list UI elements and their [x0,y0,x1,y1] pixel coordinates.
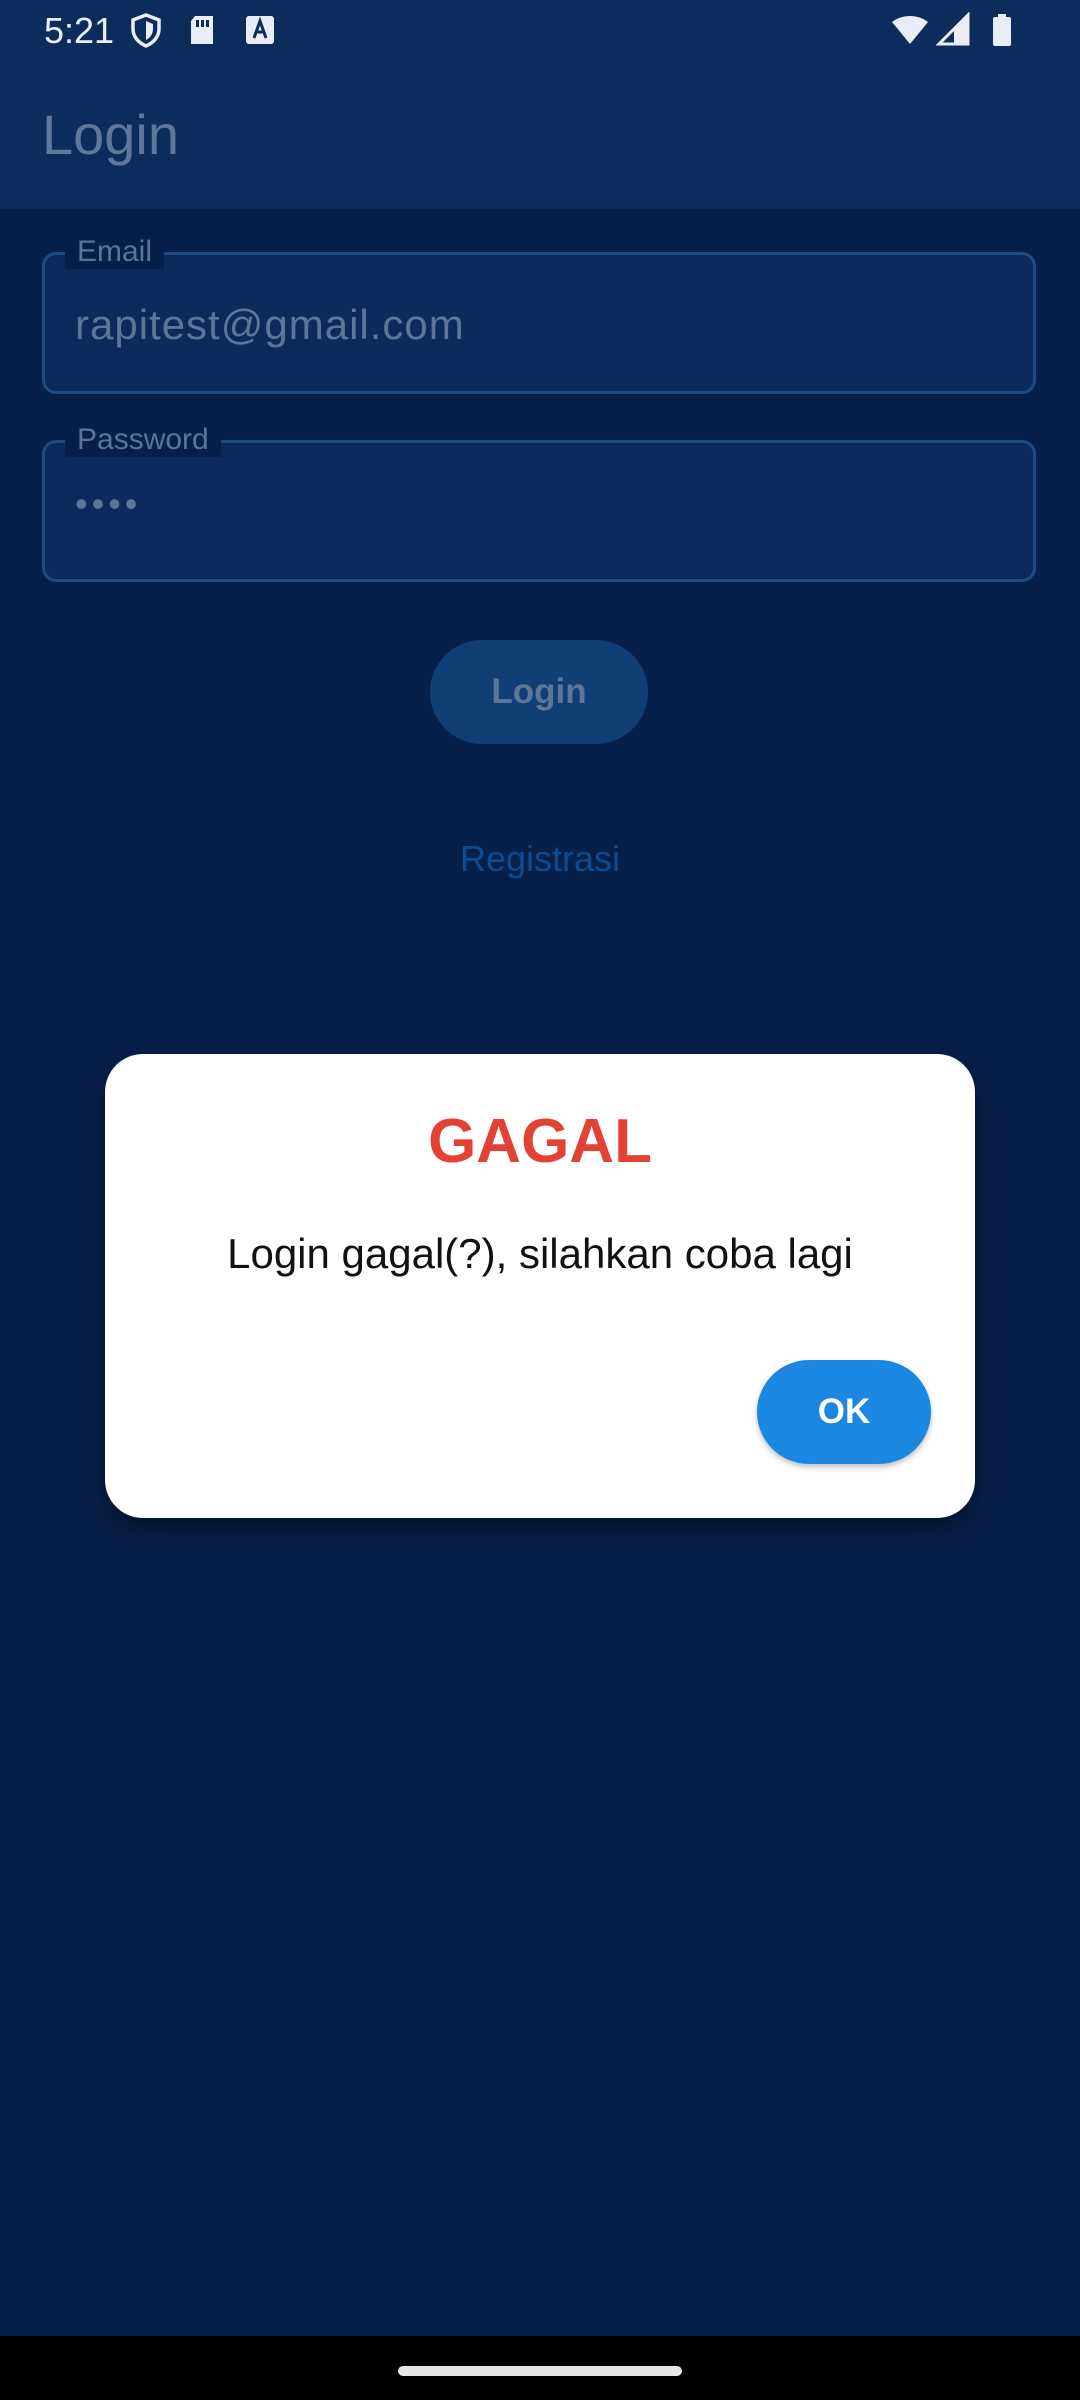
shield-icon [128,12,164,48]
login-screen: 5:21 Login Email rapitest@gmail.com Pass… [0,0,1080,2400]
email-field[interactable]: Email rapitest@gmail.com [42,235,1036,394]
password-value: •••• [75,483,142,524]
page-title: Login [42,103,180,166]
password-label: Password [65,423,221,457]
wifi-icon [890,12,930,48]
ok-button[interactable]: OK [757,1360,931,1464]
password-field[interactable]: Password •••• [42,423,1036,582]
status-time: 5:21 [44,10,115,51]
battery-icon [984,12,1020,48]
sd-card-icon [184,12,220,48]
home-gesture-handle[interactable] [398,2366,682,2376]
dialog-title: GAGAL [428,1107,652,1176]
email-value: rapitest@gmail.com [75,301,465,348]
signal-icon [935,11,972,48]
navigation-bar [0,2336,1080,2400]
status-bar: 5:21 [0,0,1080,62]
dialog-message: Login gagal(?), silahkan coba lagi [227,1230,853,1277]
keyboard-a-icon [242,12,278,48]
register-link[interactable]: Registrasi [0,838,1080,880]
error-dialog: GAGAL Login gagal(?), silahkan coba lagi… [105,1054,975,1518]
app-bar: Login [0,62,1080,209]
login-button[interactable]: Login [430,640,648,744]
email-label: Email [65,235,165,269]
